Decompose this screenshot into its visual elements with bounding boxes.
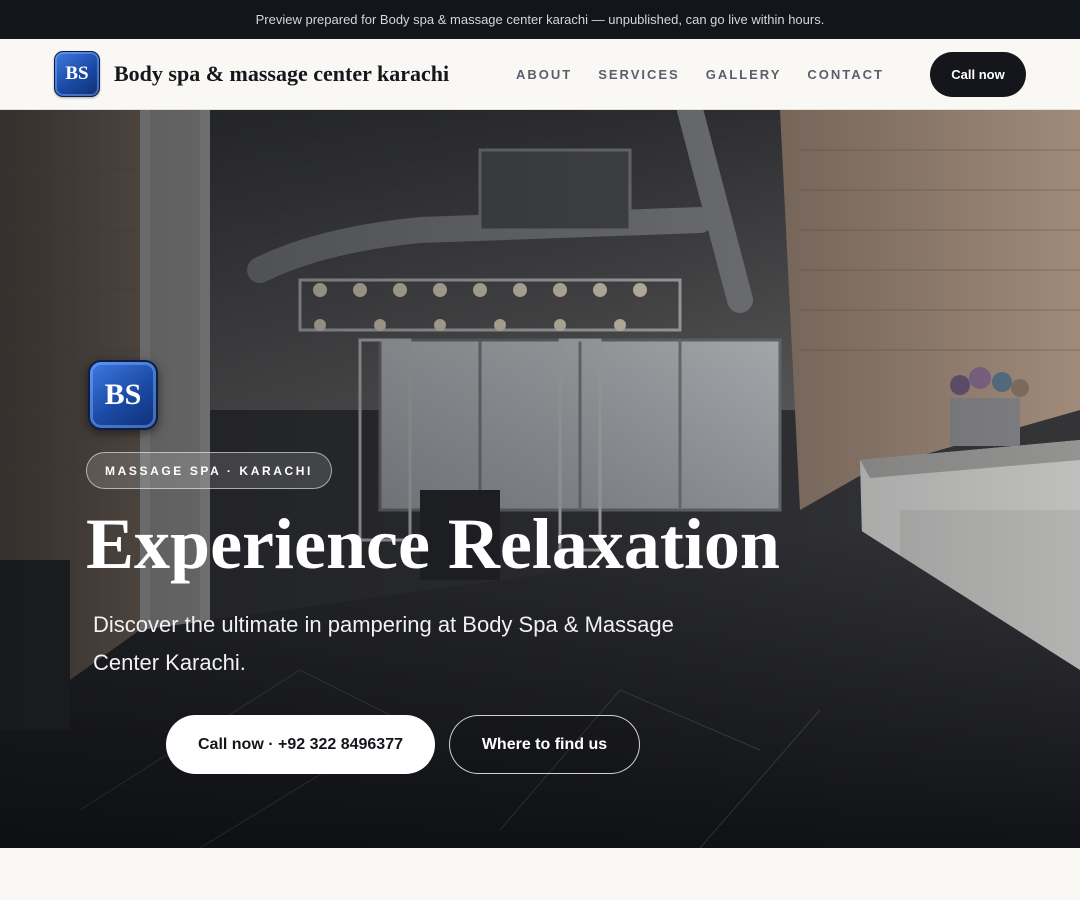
nav-gallery[interactable]: GALLERY <box>706 67 782 82</box>
call-now-button[interactable]: Call now <box>930 52 1026 97</box>
preview-banner-text: Preview prepared for Body spa & massage … <box>255 12 825 27</box>
brand-name[interactable]: Body spa & massage center karachi <box>114 61 449 87</box>
hero-section: BS MASSAGE SPA · KARACHI Experience Rela… <box>0 110 1080 848</box>
where-to-find-us-button[interactable]: Where to find us <box>449 715 640 774</box>
call-now-phone-button[interactable]: Call now · +92 322 8496377 <box>166 715 435 774</box>
site-header: BS Body spa & massage center karachi ABO… <box>0 39 1080 110</box>
nav-services[interactable]: SERVICES <box>598 67 680 82</box>
nav-contact[interactable]: CONTACT <box>807 67 884 82</box>
hero-logo: BS <box>88 360 158 430</box>
hero-tag: MASSAGE SPA · KARACHI <box>86 452 332 489</box>
main-nav: ABOUT SERVICES GALLERY CONTACT <box>516 39 884 109</box>
brand[interactable]: BS Body spa & massage center karachi <box>54 51 449 97</box>
nav-about[interactable]: ABOUT <box>516 67 572 82</box>
brand-logo[interactable]: BS <box>54 51 100 97</box>
hero-title: Experience Relaxation <box>86 504 780 584</box>
preview-banner: Preview prepared for Body spa & massage … <box>0 0 1080 39</box>
hero-subtitle: Discover the ultimate in pampering at Bo… <box>93 612 674 675</box>
